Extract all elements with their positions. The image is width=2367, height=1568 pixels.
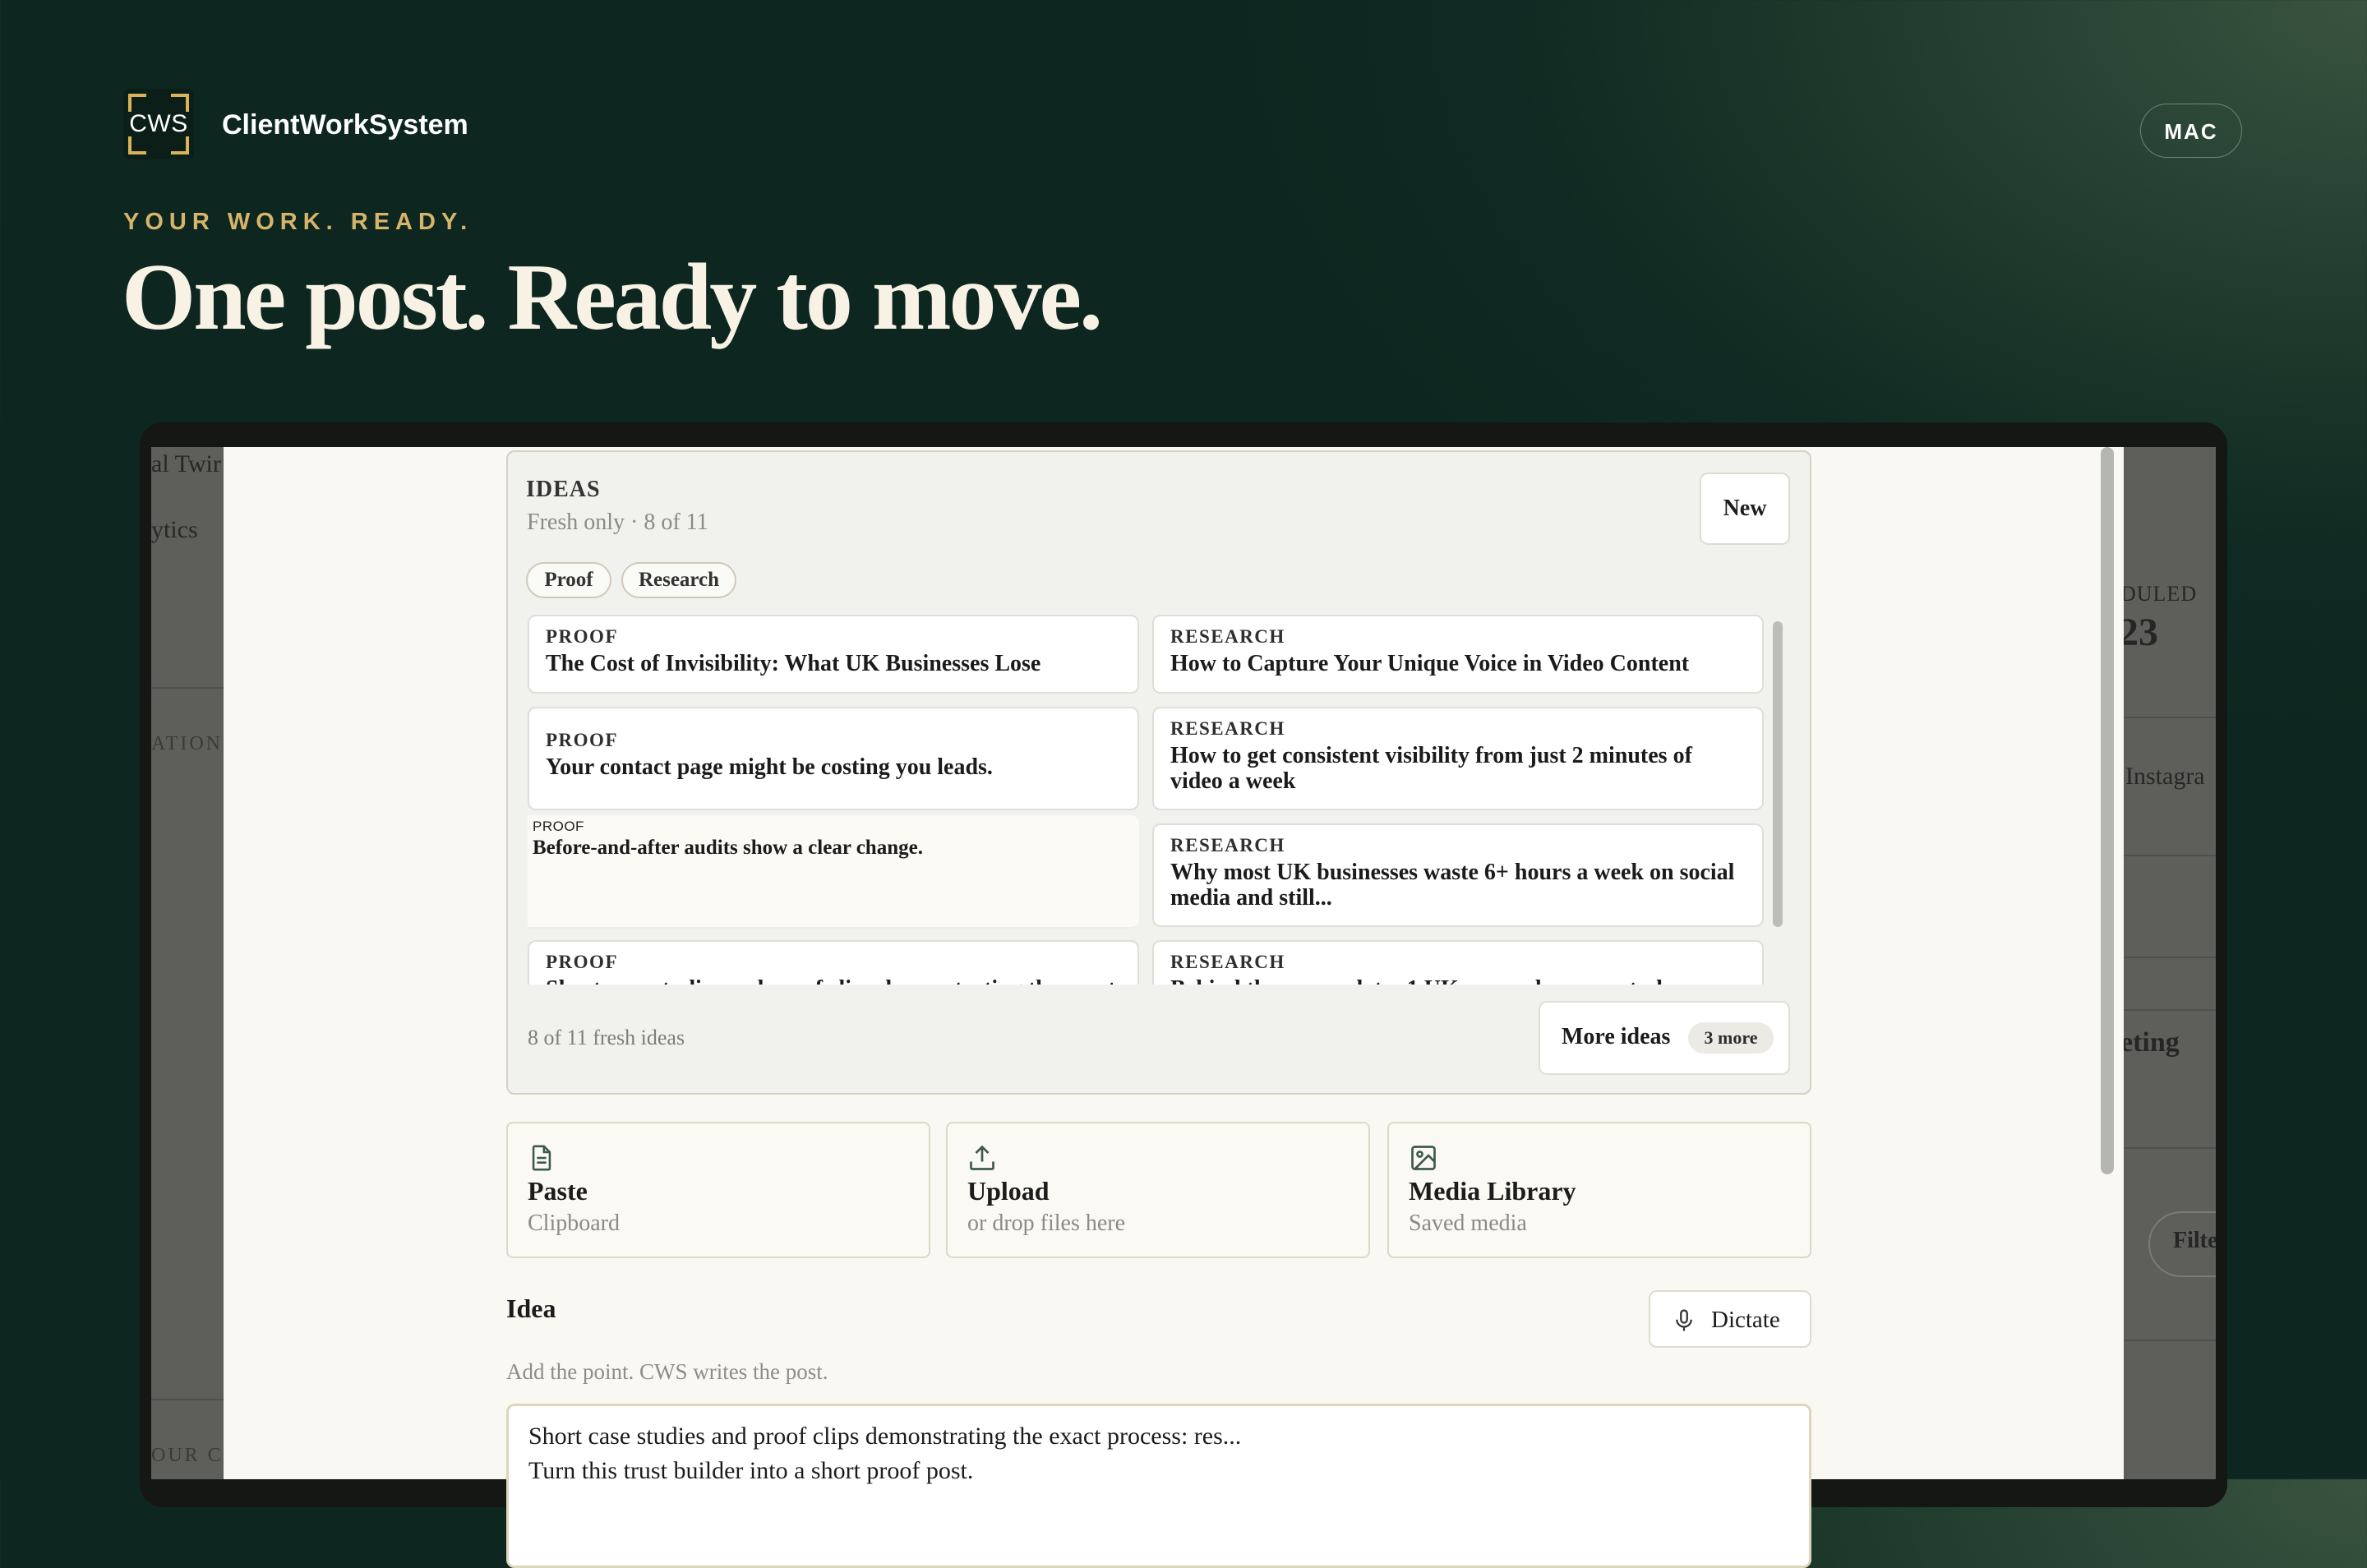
tile-title: Media Library xyxy=(1409,1176,1576,1206)
idea-kind: RESEARCH xyxy=(1170,835,1285,855)
paste-tile[interactable]: Paste Clipboard xyxy=(506,1122,930,1258)
more-ideas-button[interactable]: More ideas 3 more xyxy=(1539,1001,1790,1075)
ideas-scrollbar[interactable] xyxy=(1773,621,1783,927)
stat-value: 23 xyxy=(2119,611,2158,654)
more-ideas-label: More ideas xyxy=(1562,1024,1671,1049)
divider xyxy=(2114,1009,2216,1011)
sheet-scrollbar[interactable] xyxy=(2101,447,2114,1174)
tile-subtitle: Clipboard xyxy=(528,1211,620,1236)
upload-icon xyxy=(970,1145,994,1170)
more-ideas-badge: 3 more xyxy=(1688,1022,1774,1054)
idea-title: Behind the scenes data: 1 UK researcher … xyxy=(1170,976,1746,985)
mac-download-button[interactable]: MAC xyxy=(2140,104,2242,158)
divider xyxy=(151,1399,224,1400)
divider xyxy=(2114,717,2216,718)
idea-card[interactable]: PROOF Short case studies and proof clips… xyxy=(528,940,1139,985)
divider xyxy=(2114,855,2216,856)
new-idea-button[interactable]: New xyxy=(1700,473,1790,545)
idea-kind: RESEARCH xyxy=(1170,626,1285,647)
dictate-label: Dictate xyxy=(1711,1307,1780,1333)
logo-corner xyxy=(128,94,146,112)
idea-card[interactable]: RESEARCH Why most UK businesses waste 6+… xyxy=(1152,823,1764,927)
ideas-title: IDEAS xyxy=(526,477,601,502)
dictate-button[interactable]: Dictate xyxy=(1649,1290,1811,1348)
idea-textarea[interactable]: Short case studies and proof clips demon… xyxy=(506,1404,1811,1568)
ideas-count: 8 of 11 fresh ideas xyxy=(528,1026,685,1049)
logo-text: CWS xyxy=(129,110,188,137)
divider xyxy=(2114,1147,2216,1149)
idea-card[interactable]: PROOF Your contact page might be costing… xyxy=(528,707,1139,810)
idea-kind: RESEARCH xyxy=(1170,952,1285,972)
card-title: eting xyxy=(2120,1027,2180,1058)
idea-text-line: Short case studies and proof clips demon… xyxy=(528,1423,1242,1450)
stat-label: DULED xyxy=(2120,582,2198,606)
sidebar-item: ytics xyxy=(151,516,198,543)
sidebar-item: al Twir xyxy=(151,450,221,477)
tile-subtitle: or drop files here xyxy=(967,1211,1126,1236)
divider xyxy=(2114,1340,2216,1341)
idea-field-label: Idea xyxy=(506,1294,556,1323)
microphone-icon xyxy=(1676,1309,1692,1331)
upload-tile[interactable]: Upload or drop files here xyxy=(946,1122,1370,1258)
idea-kind: PROOF xyxy=(533,819,584,834)
logo-corner xyxy=(171,94,189,112)
idea-title: Your contact page might be costing you l… xyxy=(546,754,993,780)
ideas-list: PROOF The Cost of Invisibility: What UK … xyxy=(528,615,1787,985)
divider xyxy=(2114,957,2216,958)
brand-name: ClientWorkSystem xyxy=(222,109,468,141)
idea-field-hint: Add the point. CWS writes the post. xyxy=(506,1359,828,1384)
idea-title: How to Capture Your Unique Voice in Vide… xyxy=(1170,651,1690,676)
image-icon xyxy=(1411,1146,1436,1170)
idea-title: Short case studies and proof clips demon… xyxy=(546,976,1121,985)
tile-subtitle: Saved media xyxy=(1409,1211,1527,1236)
brand-logo: CWS xyxy=(123,89,194,159)
idea-kind: PROOF xyxy=(546,730,618,750)
sidebar-section: ATION xyxy=(151,733,223,754)
tile-title: Upload xyxy=(967,1176,1050,1206)
divider xyxy=(151,687,224,689)
hero-tagline: YOUR WORK. READY. xyxy=(123,209,473,235)
hero-headline: One post. Ready to move. xyxy=(122,245,1103,350)
idea-text-line: Turn this trust builder into a short pro… xyxy=(528,1457,974,1484)
idea-card[interactable]: RESEARCH Behind the scenes data: 1 UK re… xyxy=(1152,940,1764,985)
idea-card[interactable]: RESEARCH How to get consistent visibilit… xyxy=(1152,707,1764,810)
logo-corner xyxy=(128,136,146,154)
ideas-subtitle: Fresh only · 8 of 11 xyxy=(527,510,708,535)
tile-title: Paste xyxy=(528,1176,588,1206)
idea-kind: PROOF xyxy=(546,626,618,647)
logo-corner xyxy=(171,136,189,154)
idea-kind: RESEARCH xyxy=(1170,718,1285,739)
idea-title: Before-and-after audits show a clear cha… xyxy=(533,837,923,859)
filter-chip-proof[interactable]: Proof xyxy=(526,562,611,598)
idea-card-selected[interactable]: PROOF Before-and-after audits show a cle… xyxy=(528,815,1139,929)
channel-label: Instagra xyxy=(2125,763,2205,790)
document-icon xyxy=(532,1145,551,1171)
filter-label: Filte xyxy=(2173,1228,2216,1253)
filter-chip-research[interactable]: Research xyxy=(621,562,736,598)
idea-card[interactable]: RESEARCH How to Capture Your Unique Voic… xyxy=(1152,615,1764,694)
sidebar-section: OUR C xyxy=(151,1445,224,1466)
idea-kind: PROOF xyxy=(546,952,618,972)
idea-card[interactable]: PROOF The Cost of Invisibility: What UK … xyxy=(528,615,1139,694)
idea-title: The Cost of Invisibility: What UK Busine… xyxy=(546,651,1041,676)
idea-title: How to get consistent visibility from ju… xyxy=(1170,743,1692,794)
idea-title: Why most UK businesses waste 6+ hours a … xyxy=(1170,860,1735,911)
media-library-tile[interactable]: Media Library Saved media xyxy=(1387,1122,1811,1258)
